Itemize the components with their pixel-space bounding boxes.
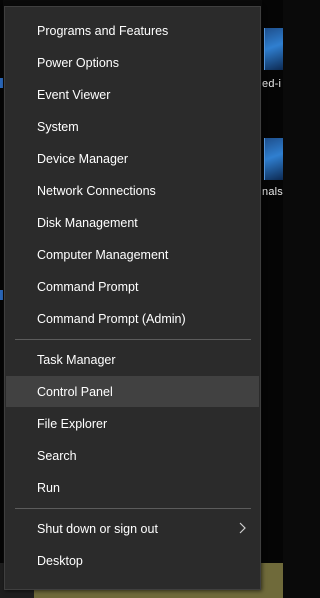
menu-item-label: Desktop (37, 553, 83, 568)
desktop-icon-label[interactable]: ed-i (262, 78, 281, 90)
menu-item-label: Command Prompt (Admin) (37, 311, 186, 326)
menu-item-event-viewer[interactable]: Event Viewer (6, 79, 259, 110)
menu-separator (15, 508, 251, 509)
menu-item-label: Search (37, 448, 77, 463)
desktop-icon-edge (0, 78, 3, 88)
menu-item-label: Run (37, 480, 60, 495)
menu-item-label: Control Panel (37, 384, 113, 399)
menu-item-network-connections[interactable]: Network Connections (6, 175, 259, 206)
menu-item-system[interactable]: System (6, 111, 259, 142)
menu-item-label: Power Options (37, 55, 119, 70)
menu-item-label: Task Manager (37, 352, 116, 367)
menu-item-command-prompt-admin[interactable]: Command Prompt (Admin) (6, 303, 259, 334)
menu-item-computer-management[interactable]: Computer Management (6, 239, 259, 270)
desktop-icon-edge (0, 290, 3, 300)
menu-item-file-explorer[interactable]: File Explorer (6, 408, 259, 439)
menu-item-control-panel[interactable]: Control Panel (6, 376, 259, 407)
menu-item-power-options[interactable]: Power Options (6, 47, 259, 78)
menu-separator (15, 339, 251, 340)
menu-item-run[interactable]: Run (6, 472, 259, 503)
menu-item-device-manager[interactable]: Device Manager (6, 143, 259, 174)
chevron-right-icon (239, 522, 246, 534)
menu-item-label: Command Prompt (37, 279, 139, 294)
menu-item-label: Disk Management (37, 215, 138, 230)
menu-item-label: Programs and Features (37, 23, 169, 38)
menu-item-search[interactable]: Search (6, 440, 259, 471)
menu-item-label: System (37, 119, 79, 134)
menu-item-label: Network Connections (37, 183, 156, 198)
menu-item-label: File Explorer (37, 416, 108, 431)
desktop-shortcut-icon[interactable] (264, 28, 283, 70)
menu-item-command-prompt[interactable]: Command Prompt (6, 271, 259, 302)
menu-item-desktop[interactable]: Desktop (6, 545, 259, 576)
desktop-shortcut-icon[interactable] (264, 138, 283, 180)
menu-item-label: Event Viewer (37, 87, 111, 102)
menu-item-disk-management[interactable]: Disk Management (6, 207, 259, 238)
menu-item-label: Device Manager (37, 151, 129, 166)
menu-item-programs-and-features[interactable]: Programs and Features (6, 15, 259, 46)
menu-item-shut-down-or-sign-out[interactable]: Shut down or sign out (6, 513, 259, 544)
menu-item-label: Computer Management (37, 247, 169, 262)
quick-link-menu: Programs and Features Power Options Even… (4, 6, 261, 590)
menu-item-label: Shut down or sign out (37, 521, 158, 536)
desktop-icon-label[interactable]: nals (262, 186, 283, 198)
menu-item-task-manager[interactable]: Task Manager (6, 344, 259, 375)
